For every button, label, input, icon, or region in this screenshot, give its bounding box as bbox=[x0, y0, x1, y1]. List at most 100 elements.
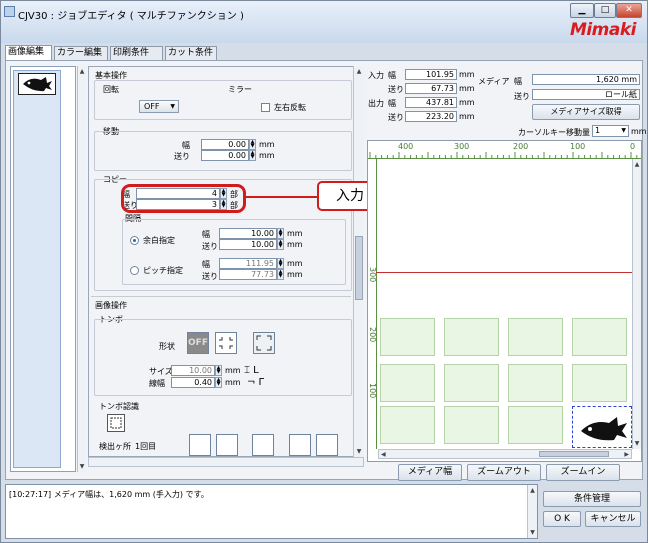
move-width-label: 幅 bbox=[182, 141, 190, 150]
pitch-width-input[interactable]: 111.95 bbox=[219, 258, 277, 269]
cancel-button[interactable]: キャンセル bbox=[585, 511, 641, 527]
close-button[interactable]: ✕ bbox=[616, 3, 642, 18]
selected-image[interactable] bbox=[572, 406, 632, 448]
condition-manage-button[interactable]: 条件管理 bbox=[543, 491, 641, 507]
tombo-line-spinner[interactable]: ▲ ▼ bbox=[215, 377, 222, 388]
tombo-detect-icon[interactable] bbox=[107, 414, 125, 432]
zoom-out-button[interactable]: ズームアウト bbox=[467, 464, 541, 481]
copy-cell bbox=[508, 318, 563, 356]
margin-width-spinner[interactable]: ▲ ▼ bbox=[277, 228, 284, 239]
move-feed-unit: mm bbox=[259, 151, 275, 160]
media-edge-line bbox=[376, 272, 632, 273]
tombo-off-button[interactable]: OFF bbox=[187, 332, 209, 354]
margin-radio[interactable] bbox=[130, 236, 139, 245]
media-feed-label: 送り bbox=[514, 92, 530, 101]
tab-print-conditions[interactable]: 印刷条件 bbox=[110, 46, 163, 60]
pitch-radio[interactable] bbox=[130, 266, 139, 275]
move-feed-label: 送り bbox=[174, 152, 190, 161]
ruler-tick-100: 100 bbox=[570, 142, 586, 151]
log-scrollbar[interactable]: ▲ ▼ bbox=[527, 485, 537, 538]
input-feed-value: 67.73 bbox=[405, 83, 457, 94]
ruler-ticks bbox=[369, 152, 638, 159]
margin-width-input[interactable]: 10.00 bbox=[219, 228, 277, 239]
input-width-unit: mm bbox=[459, 70, 475, 79]
tab-cut-conditions[interactable]: カット条件 bbox=[165, 46, 217, 60]
tab-image-edit[interactable]: 画像編集 bbox=[5, 45, 52, 61]
detect-count-label: 検出ヶ所 bbox=[99, 442, 131, 451]
window-title: CJV30 : ジョブエディタ ( マルチファンクション ) bbox=[18, 11, 244, 22]
tombo-line-input[interactable]: 0.40 bbox=[171, 377, 215, 388]
ruler-tick-200: 200 bbox=[513, 142, 529, 151]
vruler-tick-300: 300 bbox=[368, 267, 377, 283]
tombo-line-icon: ¬ Γ bbox=[247, 377, 265, 388]
output-label: 出力 bbox=[368, 99, 384, 108]
detect-pos-3[interactable] bbox=[252, 434, 274, 456]
input-feed-label: 送り bbox=[388, 85, 404, 94]
fish-icon bbox=[581, 417, 627, 441]
canvas-hscrollbar[interactable]: ◀ ▶ bbox=[378, 449, 632, 459]
maximize-button[interactable]: □ bbox=[594, 3, 616, 18]
panel-scrollbar[interactable]: ▲ ▼ bbox=[353, 66, 364, 457]
detect-pos-5[interactable] bbox=[316, 434, 338, 456]
copy-cell bbox=[508, 364, 563, 402]
mirror-checkbox[interactable] bbox=[261, 103, 270, 112]
media-width-button[interactable]: メディア幅 bbox=[398, 464, 462, 481]
move-width-spinner[interactable]: ▲ ▼ bbox=[249, 139, 256, 150]
detect-pos-4[interactable] bbox=[289, 434, 311, 456]
media-width-label: 幅 bbox=[514, 77, 522, 86]
output-feed-unit: mm bbox=[459, 112, 475, 121]
tombo-inner-corner-button[interactable] bbox=[215, 332, 237, 354]
input-width-value: 101.95 bbox=[405, 69, 457, 80]
detect-pos-1[interactable] bbox=[189, 434, 211, 456]
pitch-feed-label: 送り bbox=[202, 272, 218, 281]
copy-cell bbox=[444, 318, 499, 356]
move-feed-input[interactable]: 0.00 bbox=[201, 150, 249, 161]
rotation-select[interactable]: OFF ▼ bbox=[139, 100, 179, 113]
tab-color-edit[interactable]: カラー編集 bbox=[54, 46, 108, 60]
margin-feed-input[interactable]: 10.00 bbox=[219, 239, 277, 250]
thumbnail-selected[interactable] bbox=[13, 70, 61, 468]
log-message: [10:27:17] メディア幅は、1,620 mm (手入力) です。 bbox=[9, 490, 209, 499]
rotation-mirror-group bbox=[94, 80, 352, 120]
rotation-label: 回転 bbox=[103, 85, 119, 94]
panel-hscrollbar[interactable] bbox=[88, 457, 364, 467]
move-width-input[interactable]: 0.00 bbox=[201, 139, 249, 150]
copy-cell bbox=[508, 406, 563, 444]
canvas-scroll-thumb[interactable] bbox=[539, 451, 609, 457]
margin-radio-label: 余白指定 bbox=[143, 236, 175, 245]
copy-cell bbox=[380, 318, 435, 356]
ok-button[interactable]: O K bbox=[543, 511, 581, 527]
margin-feed-spinner[interactable]: ▲ ▼ bbox=[277, 239, 284, 250]
ruler-tick-0: 0 bbox=[630, 142, 636, 151]
zoom-in-button[interactable]: ズームイン bbox=[546, 464, 620, 481]
tombo-outer-corner-button[interactable] bbox=[253, 332, 275, 354]
canvas-vscrollbar[interactable]: ▲ ▼ bbox=[632, 159, 641, 449]
pitch-feed-spinner[interactable]: ▲ ▼ bbox=[277, 269, 284, 280]
thumbnail-scrollbar[interactable]: ▲ ▼ bbox=[77, 66, 86, 472]
output-feed-label: 送り bbox=[388, 113, 404, 122]
media-width-value[interactable]: 1,620 mm bbox=[532, 74, 640, 85]
margin-width-label: 幅 bbox=[202, 230, 210, 239]
pitch-radio-label: ピッチ指定 bbox=[143, 266, 183, 275]
output-width-unit: mm bbox=[459, 98, 475, 107]
move-feed-spinner[interactable]: ▲ ▼ bbox=[249, 150, 256, 161]
panel-scroll-thumb[interactable] bbox=[355, 236, 363, 300]
pitch-width-spinner[interactable]: ▲ ▼ bbox=[277, 258, 284, 269]
pitch-feed-input[interactable]: 77.73 bbox=[219, 269, 277, 280]
minimize-button[interactable]: ▁ bbox=[570, 3, 594, 18]
cursor-move-select[interactable]: 1 ▼ bbox=[592, 125, 629, 137]
detect-pos-2[interactable] bbox=[216, 434, 238, 456]
rotation-value: OFF bbox=[144, 102, 160, 111]
thumbnail-image[interactable] bbox=[18, 73, 56, 95]
input-width-label: 幅 bbox=[388, 71, 396, 80]
detect-count-value: 1回目 bbox=[135, 442, 157, 451]
tombo-size-unit: mm bbox=[225, 366, 241, 375]
cursor-move-label: カーソルキー移動量 bbox=[518, 128, 590, 137]
tombo-size-input[interactable]: 10.00 bbox=[171, 365, 215, 376]
copy-cell bbox=[444, 364, 499, 402]
fish-icon bbox=[23, 77, 52, 92]
output-width-label: 幅 bbox=[388, 99, 396, 108]
tombo-size-spinner[interactable]: ▲ ▼ bbox=[215, 365, 222, 376]
app-icon bbox=[4, 6, 15, 17]
get-media-size-button[interactable]: メディアサイズ取得 bbox=[532, 104, 640, 120]
